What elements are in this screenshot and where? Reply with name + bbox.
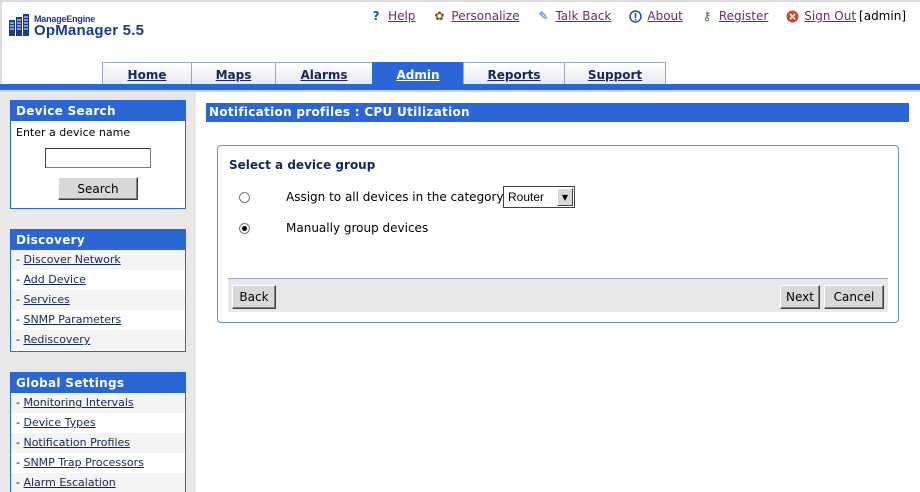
global-settings-panel: Global Settings - Monitoring Intervals -…: [10, 372, 186, 492]
current-user: [admin]: [859, 9, 906, 23]
list-item: - Alarm Escalation: [11, 473, 185, 492]
rediscovery-link[interactable]: Rediscovery: [23, 333, 90, 346]
personalize-link[interactable]: ✿ Personalize: [432, 9, 519, 23]
device-search-label: Enter a device name: [16, 126, 131, 139]
tab-home[interactable]: Home: [102, 62, 192, 86]
tab-reports[interactable]: Reports: [463, 62, 565, 86]
sign-out-link[interactable]: Sign Out [admin]: [785, 9, 906, 23]
logo-icon: [9, 14, 29, 36]
talk-back-link-label[interactable]: Talk Back: [555, 9, 611, 23]
assign-all-label: Assign to all devices in the category: [286, 190, 504, 204]
talk-back-link[interactable]: ✎ Talk Back: [536, 9, 611, 23]
card-title: Select a device group: [229, 158, 376, 172]
category-select[interactable]: Router ▼: [503, 186, 575, 208]
search-button[interactable]: Search: [58, 177, 138, 200]
device-search-input[interactable]: [45, 148, 151, 168]
list-item: - Services: [11, 290, 185, 310]
tab-home-label[interactable]: Home: [128, 68, 167, 82]
list-item: - Monitoring Intervals: [11, 393, 185, 413]
help-link-label[interactable]: Help: [388, 9, 415, 23]
services-link[interactable]: Services: [23, 293, 69, 306]
snmp-parameters-link[interactable]: SNMP Parameters: [23, 313, 121, 326]
info-icon: [628, 9, 642, 23]
global-settings-list: - Monitoring Intervals - Device Types - …: [11, 393, 185, 492]
key-icon: ⚷: [702, 9, 712, 23]
list-item: - Discover Network: [11, 250, 185, 270]
list-item: - SNMP Trap Processors: [16, 456, 144, 469]
tab-alarms[interactable]: Alarms: [275, 62, 373, 86]
device-types-link[interactable]: Device Types: [23, 416, 95, 429]
discovery-panel: Discovery - Discover Network - Add Devic…: [10, 229, 186, 352]
register-link[interactable]: ⚷ Register: [700, 9, 768, 23]
top-links: ? Help ✿ Personalize ✎ Talk Back About ⚷…: [352, 7, 906, 25]
monitoring-intervals-link[interactable]: Monitoring Intervals: [23, 396, 133, 409]
sign-out-link-label[interactable]: Sign Out: [804, 9, 856, 23]
register-link-label[interactable]: Register: [719, 9, 768, 23]
signout-icon: [785, 9, 799, 23]
tab-support-label[interactable]: Support: [588, 68, 642, 82]
notification-profiles-link[interactable]: Notification Profiles: [23, 436, 130, 449]
help-link[interactable]: ? Help: [369, 9, 416, 23]
main-tabs: Home Maps Alarms Admin Reports Support: [102, 62, 666, 86]
header: ManageEngine OpManager 5.5 ? Help ✿ Pers…: [0, 0, 920, 92]
tab-reports-label[interactable]: Reports: [487, 68, 540, 82]
assign-all-radio[interactable]: [239, 192, 250, 203]
tab-maps[interactable]: Maps: [191, 62, 276, 86]
tab-admin[interactable]: Admin: [372, 62, 464, 86]
discover-network-link[interactable]: Discover Network: [23, 253, 120, 266]
global-settings-title: Global Settings: [11, 373, 185, 393]
list-item: - Add Device: [16, 273, 86, 286]
tab-maps-label[interactable]: Maps: [216, 68, 252, 82]
question-icon: ?: [372, 9, 380, 23]
page-title: Notification profiles : CPU Utilization: [206, 103, 909, 122]
personalize-link-label[interactable]: Personalize: [451, 9, 519, 23]
device-search-panel: Device Search Enter a device name Search: [10, 100, 186, 209]
cancel-button[interactable]: Cancel: [824, 285, 884, 309]
device-group-card: Select a device group Assign to all devi…: [217, 145, 899, 323]
about-link[interactable]: About: [628, 9, 683, 23]
list-item: - SNMP Parameters: [16, 313, 122, 326]
category-select-value: Router: [508, 190, 545, 204]
list-item: - Rediscovery: [11, 330, 185, 350]
about-link-label[interactable]: About: [647, 9, 682, 23]
device-search-title: Device Search: [11, 101, 185, 121]
opmanager-logo[interactable]: ManageEngine OpManager 5.5: [8, 12, 168, 42]
back-button[interactable]: Back: [232, 285, 276, 309]
snmp-trap-processors-link[interactable]: SNMP Trap Processors: [23, 456, 143, 469]
pencil-icon: ✎: [538, 9, 549, 23]
alarm-escalation-link[interactable]: Alarm Escalation: [23, 476, 115, 489]
manual-group-radio[interactable]: [239, 223, 250, 234]
tab-support[interactable]: Support: [564, 62, 666, 86]
tab-admin-label[interactable]: Admin: [396, 68, 439, 82]
manual-group-label: Manually group devices: [286, 221, 429, 235]
discovery-list: - Discover Network - Add Device - Servic…: [11, 250, 185, 350]
tab-alarms-label[interactable]: Alarms: [300, 68, 347, 82]
add-device-link[interactable]: Add Device: [23, 273, 85, 286]
chevron-down-icon[interactable]: ▼: [557, 188, 573, 206]
list-item: - Device Types: [16, 416, 96, 429]
gear-icon: ✿: [434, 9, 445, 23]
next-button[interactable]: Next: [780, 285, 820, 309]
discovery-title: Discovery: [11, 230, 185, 250]
card-footer: Back Next Cancel: [228, 278, 888, 312]
product-name: OpManager 5.5: [34, 22, 145, 39]
list-item: - Notification Profiles: [11, 433, 185, 453]
